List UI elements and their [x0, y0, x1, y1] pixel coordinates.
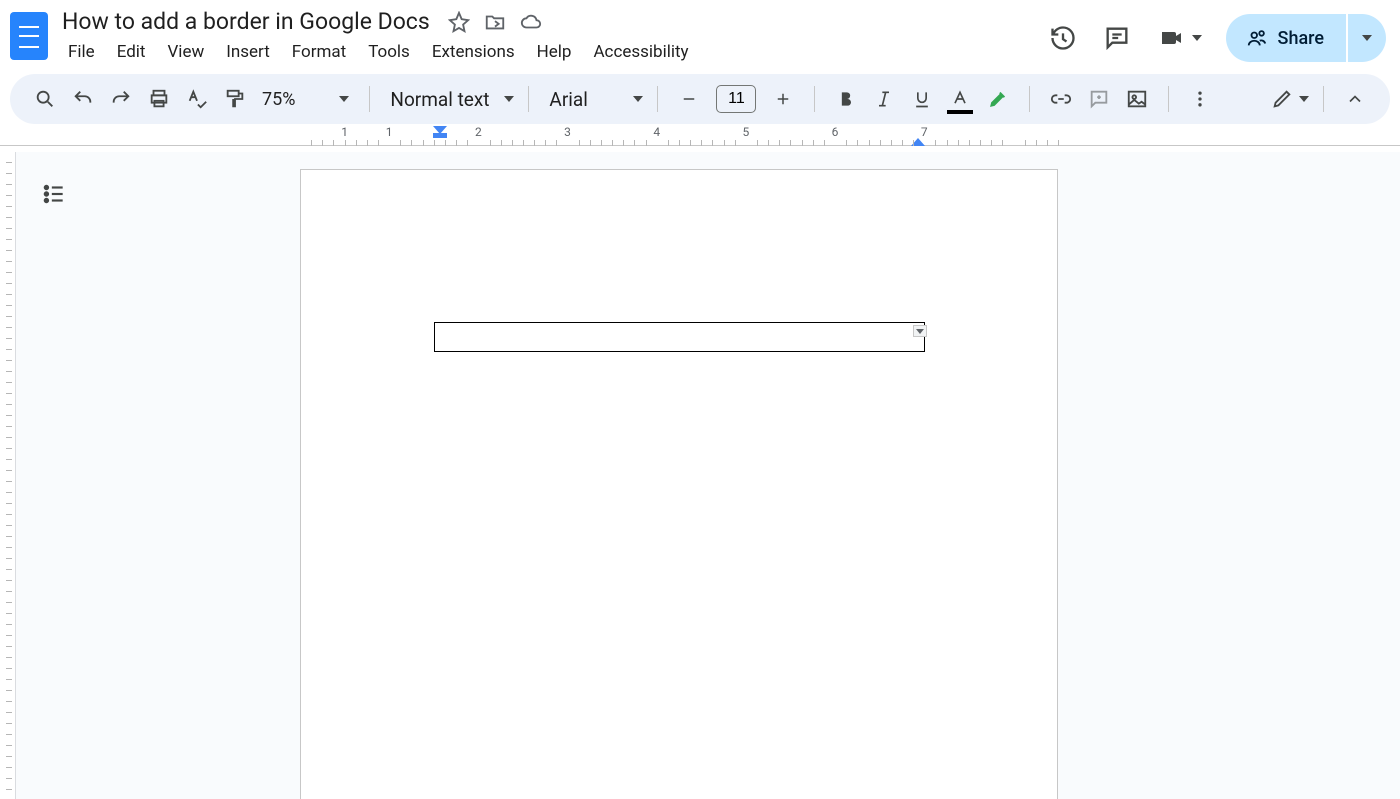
- separator: [369, 86, 370, 112]
- menu-extensions[interactable]: Extensions: [422, 38, 525, 66]
- move-icon[interactable]: [484, 11, 506, 33]
- history-icon[interactable]: [1048, 23, 1078, 53]
- redo-icon[interactable]: [104, 82, 138, 116]
- italic-icon[interactable]: [867, 82, 901, 116]
- toolbar: 75% Normal text Arial: [10, 74, 1390, 124]
- caret-down-icon: [504, 96, 514, 102]
- font-value: Arial: [549, 88, 587, 111]
- menu-file[interactable]: File: [58, 38, 105, 66]
- separator: [657, 86, 658, 112]
- table-cell[interactable]: [434, 322, 925, 352]
- cloud-status-icon[interactable]: [520, 11, 542, 33]
- separator: [1029, 86, 1030, 112]
- vertical-ruler[interactable]: [0, 152, 16, 799]
- menu-edit[interactable]: Edit: [107, 38, 156, 66]
- separator: [1323, 86, 1324, 112]
- caret-down-icon: [1192, 35, 1202, 41]
- paragraph-style-value: Normal text: [390, 88, 489, 111]
- underline-icon[interactable]: [905, 82, 939, 116]
- undo-icon[interactable]: [66, 82, 100, 116]
- print-icon[interactable]: [142, 82, 176, 116]
- ruler-number: 7: [921, 125, 928, 139]
- highlight-icon[interactable]: [981, 82, 1015, 116]
- outline-toggle-icon[interactable]: [36, 176, 72, 212]
- share-label: Share: [1278, 28, 1324, 49]
- add-comment-icon[interactable]: [1082, 82, 1116, 116]
- document-title[interactable]: How to add a border in Google Docs: [58, 8, 434, 36]
- font-select[interactable]: Arial: [543, 88, 643, 111]
- caret-down-icon: [633, 96, 643, 102]
- separator: [1168, 86, 1169, 112]
- meet-button[interactable]: [1156, 26, 1202, 50]
- font-size-input[interactable]: [716, 85, 756, 113]
- ruler-number: 2: [475, 125, 482, 139]
- spellcheck-icon[interactable]: [180, 82, 214, 116]
- ruler-number: 3: [564, 125, 571, 139]
- document-page[interactable]: [300, 169, 1058, 799]
- comments-icon[interactable]: [1102, 23, 1132, 53]
- menu-insert[interactable]: Insert: [216, 38, 280, 66]
- menu-help[interactable]: Help: [527, 38, 582, 66]
- collapse-toolbar-icon[interactable]: [1338, 82, 1372, 116]
- separator: [814, 86, 815, 112]
- share-dropdown[interactable]: [1348, 14, 1386, 62]
- zoom-select[interactable]: 75%: [256, 89, 355, 110]
- ruler-number: 6: [832, 125, 839, 139]
- separator: [528, 86, 529, 112]
- share-button[interactable]: Share: [1226, 14, 1346, 62]
- decrease-font-icon[interactable]: [672, 82, 706, 116]
- ruler-number: 4: [653, 125, 660, 139]
- ruler-number: 1: [341, 125, 348, 139]
- ruler-number: 5: [743, 125, 750, 139]
- menu-format[interactable]: Format: [282, 38, 356, 66]
- search-menus-icon[interactable]: [28, 82, 62, 116]
- menu-bar: File Edit View Insert Format Tools Exten…: [58, 36, 1038, 66]
- insert-link-icon[interactable]: [1044, 82, 1078, 116]
- ruler-number: 1: [386, 125, 393, 139]
- text-color-icon[interactable]: [943, 82, 977, 116]
- caret-down-icon: [1362, 35, 1372, 41]
- workspace: [0, 152, 1400, 799]
- docs-app-icon[interactable]: [10, 12, 48, 60]
- horizontal-ruler[interactable]: 1 1 2 3 4 5 6 7: [0, 124, 1400, 146]
- zoom-value: 75%: [262, 89, 295, 110]
- menu-tools[interactable]: Tools: [358, 38, 420, 66]
- insert-image-icon[interactable]: [1120, 82, 1154, 116]
- paint-format-icon[interactable]: [218, 82, 252, 116]
- star-icon[interactable]: [448, 11, 470, 33]
- left-indent-marker[interactable]: [433, 133, 447, 138]
- paragraph-style-select[interactable]: Normal text: [384, 88, 514, 111]
- increase-font-icon[interactable]: [766, 82, 800, 116]
- menu-view[interactable]: View: [157, 38, 214, 66]
- editing-mode-button[interactable]: [1271, 82, 1309, 116]
- more-icon[interactable]: [1183, 82, 1217, 116]
- caret-down-icon: [1299, 96, 1309, 102]
- caret-down-icon: [339, 96, 349, 102]
- table-options-handle[interactable]: [913, 325, 927, 337]
- bold-icon[interactable]: [829, 82, 863, 116]
- menu-accessibility[interactable]: Accessibility: [583, 38, 698, 66]
